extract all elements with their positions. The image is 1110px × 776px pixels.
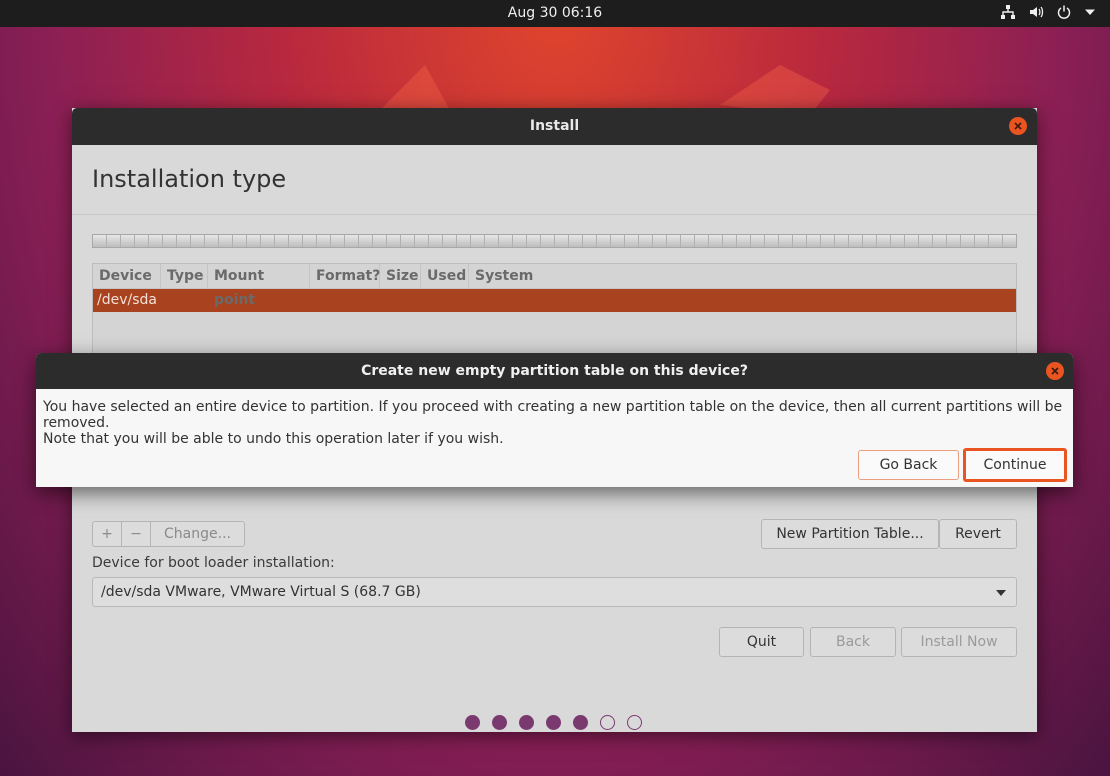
remove-partition-button[interactable]: − [122, 522, 151, 546]
network-icon[interactable] [1000, 4, 1016, 20]
column-mount-point[interactable]: Mount point [208, 264, 310, 308]
column-used[interactable]: Used [421, 264, 469, 288]
partition-table[interactable]: Device Type Mount point Format? Size Use… [92, 263, 1017, 363]
close-icon [1014, 122, 1022, 130]
wallpaper-shape [380, 65, 450, 110]
boot-loader-value: /dev/sda VMware, VMware Virtual S (68.7 … [101, 584, 421, 600]
page-title: Installation type [92, 165, 287, 193]
progress-dot-4 [546, 715, 561, 730]
dialog-note: Note that you will be able to undo this … [43, 431, 504, 447]
dropdown-arrow-icon [996, 590, 1006, 596]
dialog-title: Create new empty partition table on this… [361, 363, 748, 379]
window-titlebar[interactable]: Install [72, 108, 1037, 145]
window-close-button[interactable] [1009, 117, 1027, 135]
partition-bar [92, 234, 1017, 248]
install-now-button[interactable]: Install Now [901, 627, 1017, 657]
back-button[interactable]: Back [810, 627, 896, 657]
progress-dot-1 [465, 715, 480, 730]
system-tray[interactable] [1000, 4, 1096, 20]
partition-toolbar: + − Change... New Partition Table... Rev… [92, 519, 1017, 549]
volume-icon[interactable] [1028, 4, 1044, 20]
dialog-message: You have selected an entire device to pa… [43, 399, 1063, 431]
close-icon [1051, 367, 1059, 375]
chevron-down-icon[interactable] [1084, 6, 1096, 18]
boot-loader-select[interactable]: /dev/sda VMware, VMware Virtual S (68.7 … [92, 577, 1017, 607]
column-device[interactable]: Device [93, 264, 161, 288]
window-title: Install [529, 118, 580, 134]
column-format[interactable]: Format? [310, 264, 380, 288]
confirm-dialog: Create new empty partition table on this… [36, 353, 1073, 487]
column-size[interactable]: Size [380, 264, 421, 288]
dialog-titlebar[interactable]: Create new empty partition table on this… [36, 353, 1073, 389]
top-bar: Aug 30 06:16 [0, 0, 1110, 27]
progress-dot-3 [519, 715, 534, 730]
clock[interactable]: Aug 30 06:16 [0, 5, 1110, 21]
dialog-close-button[interactable] [1046, 362, 1064, 380]
column-system[interactable]: System [469, 264, 1016, 288]
new-partition-table-button[interactable]: New Partition Table... [761, 519, 939, 549]
table-header: Device Type Mount point Format? Size Use… [93, 264, 1016, 308]
boot-loader-label: Device for boot loader installation: [92, 555, 335, 571]
progress-dot-2 [492, 715, 507, 730]
progress-dot-7 [627, 715, 642, 730]
revert-button[interactable]: Revert [939, 519, 1017, 549]
continue-button[interactable]: Continue [963, 448, 1067, 482]
partition-edit-group: + − Change... [92, 521, 245, 547]
go-back-button[interactable]: Go Back [858, 450, 959, 480]
header-divider [72, 214, 1037, 215]
column-type[interactable]: Type [161, 264, 208, 288]
progress-dots [465, 715, 642, 730]
progress-dot-6 [600, 715, 615, 730]
progress-dot-5 [573, 715, 588, 730]
power-icon[interactable] [1056, 4, 1072, 20]
quit-button[interactable]: Quit [719, 627, 804, 657]
add-partition-button[interactable]: + [93, 522, 122, 546]
change-partition-button[interactable]: Change... [151, 522, 244, 546]
